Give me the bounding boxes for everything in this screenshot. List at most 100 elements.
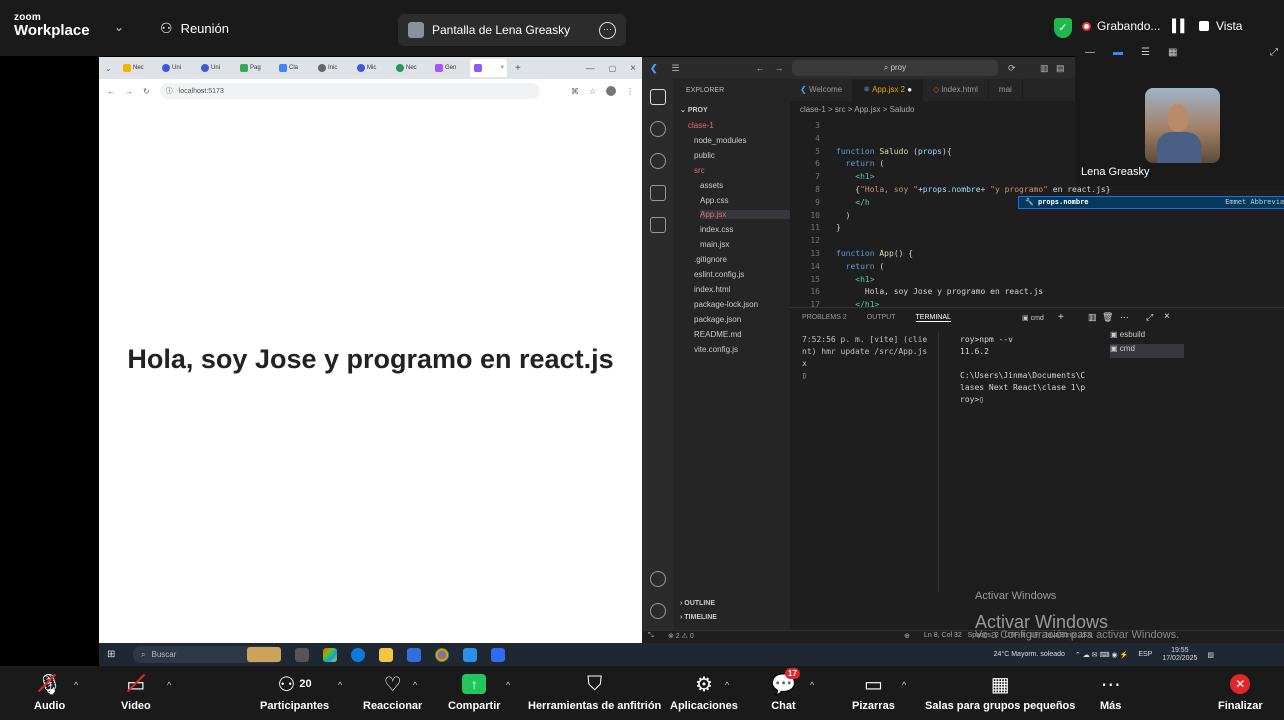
minimize-icon[interactable]: — [1085, 47, 1095, 58]
copilot-icon[interactable]: ⟳ [1008, 63, 1016, 74]
file-tree-item[interactable]: index.html [694, 285, 730, 294]
weather-text[interactable]: 24°C Mayorm. soleado [994, 651, 1065, 658]
chevron-down-icon[interactable]: ⌄ [114, 20, 124, 34]
browser-tab[interactable]: Nec [119, 59, 156, 77]
browser-tab[interactable]: Uni [158, 59, 195, 77]
new-terminal-icon[interactable]: + [1058, 312, 1064, 323]
file-tree-item[interactable]: main.jsx [700, 240, 729, 249]
file-tree-item[interactable]: README.md [694, 330, 742, 339]
screen-share-pill[interactable]: Pantalla de Lena Greasky ··· [398, 14, 626, 46]
whiteboards-button[interactable]: ▭ Pizarras [852, 668, 895, 713]
reload-icon[interactable]: ↻ [143, 87, 150, 96]
settings-gear-icon[interactable] [650, 603, 666, 619]
file-tree-item[interactable]: .gitignore [694, 255, 727, 264]
participants-button[interactable]: ⚇ 20 Participantes [260, 668, 329, 713]
account-icon[interactable] [650, 571, 666, 587]
unsaved-dot-icon[interactable]: ● [905, 85, 912, 94]
browser-tab-active[interactable]: × [470, 59, 507, 77]
close-panel-icon[interactable]: × [1164, 311, 1170, 322]
autocomplete-suggestion[interactable]: 🔧 props.nombre Emmet Abbreviation [1018, 196, 1284, 209]
split-terminal-icon[interactable]: ▥ [1088, 312, 1097, 323]
remote-icon[interactable]: ⤡ [648, 632, 654, 640]
maximize-icon[interactable]: ▢ [609, 64, 617, 73]
source-control-icon[interactable] [650, 153, 666, 169]
minimize-icon[interactable]: — [586, 63, 595, 73]
outline-section[interactable]: › OUTLINE [680, 600, 715, 607]
zoom-icon[interactable]: ⊕ [904, 632, 910, 640]
share-button[interactable]: ↑ Compartir [448, 668, 501, 712]
file-tree-item[interactable]: node_modules [694, 136, 746, 145]
file-tree-item[interactable]: src [694, 166, 705, 175]
browser-tab[interactable]: Nec [392, 59, 429, 77]
browser-tab[interactable]: Uni [197, 59, 234, 77]
file-tree-item[interactable]: package-lock.json [694, 300, 758, 309]
layout-panel-icon[interactable]: ▤ [1056, 63, 1065, 74]
kill-terminal-icon[interactable]: 🗑 [1102, 312, 1113, 323]
problems-count[interactable]: ⊗ 2 ⚠ 0 [668, 632, 694, 640]
clock[interactable]: 19:55 17/02/2025 [1162, 647, 1197, 663]
pause-recording-icon[interactable]: ▍▍ [1172, 19, 1189, 33]
audio-button[interactable]: 🎙 Audio [34, 668, 65, 713]
browser-tab[interactable]: Gen [431, 59, 468, 77]
search-icon[interactable] [650, 121, 666, 137]
new-tab-icon[interactable]: + [515, 63, 521, 74]
tab-problems[interactable]: PROBLEMS 2 [802, 314, 847, 322]
terminal-list-item-active[interactable]: ▣ cmd [1110, 344, 1184, 358]
forward-icon[interactable]: → [125, 87, 133, 96]
file-tree-item[interactable]: vite.config.js [694, 345, 738, 354]
more-options-icon[interactable]: ··· [599, 21, 616, 39]
tab-index-html[interactable]: ◇ index.html [923, 79, 989, 101]
browser-menu-icon[interactable]: ⋮ [626, 87, 634, 96]
chrome-icon[interactable] [435, 647, 449, 662]
tab-terminal[interactable]: TERMINAL [915, 314, 951, 322]
language-indicator[interactable]: ESP [1138, 651, 1152, 658]
tab-output[interactable]: OUTPUT [867, 314, 896, 322]
timeline-section[interactable]: › TIMELINE [680, 614, 717, 621]
task-view-icon[interactable] [295, 647, 309, 662]
profile-avatar-icon[interactable] [606, 86, 616, 96]
terminal-list-item[interactable]: ▣ esbuild [1110, 330, 1184, 344]
more-actions-icon[interactable]: ··· [1120, 312, 1129, 322]
file-explorer-icon[interactable] [379, 647, 393, 662]
back-icon[interactable]: ← [107, 87, 115, 96]
browser-tab[interactable]: Inic [314, 59, 351, 77]
terminal-split-divider[interactable] [938, 332, 939, 592]
audio-options-caret-icon[interactable]: ^ [74, 680, 78, 690]
host-tools-button[interactable]: ⛉ Herramientas de anfitrión [528, 668, 661, 713]
file-tree-item[interactable]: eslint.config.js [694, 270, 744, 279]
tab-main[interactable]: mai [989, 79, 1023, 101]
end-meeting-button[interactable]: ✕ Finalizar [1218, 668, 1263, 712]
react-caret-icon[interactable]: ^ [413, 680, 417, 690]
browser-tab[interactable]: Mic [353, 59, 390, 77]
browser-tab[interactable]: Pag [236, 59, 273, 77]
grid-view-icon[interactable]: ▦ [1168, 47, 1177, 58]
close-tab-icon[interactable]: × [500, 65, 507, 71]
project-root[interactable]: ⌄ PROY [680, 106, 708, 114]
participants-caret-icon[interactable]: ^ [338, 680, 342, 690]
chat-button[interactable]: 💬 17 Chat [771, 668, 800, 712]
more-button[interactable]: ⋯ Más [1100, 668, 1121, 713]
taskbar-search[interactable]: ⌕ Buscar [133, 646, 281, 663]
apps-button[interactable]: ⚙ Aplicaciones [670, 668, 738, 713]
close-window-icon[interactable]: × [630, 63, 636, 74]
extensions-icon[interactable] [650, 217, 666, 233]
apps-caret-icon[interactable]: ^ [725, 680, 729, 690]
react-button[interactable]: ♡ Reaccionar [363, 668, 422, 713]
file-tree-item[interactable]: package.json [694, 315, 741, 324]
terminal-shell-selector[interactable]: ▣ cmd [1022, 314, 1044, 322]
whiteboards-caret-icon[interactable]: ^ [902, 680, 906, 690]
run-debug-icon[interactable] [650, 185, 666, 201]
file-tree-item[interactable]: public [694, 151, 715, 160]
browser-tab[interactable]: Cla [275, 59, 312, 77]
maximize-panel-icon[interactable]: ⤢ [1146, 312, 1153, 323]
edge-icon[interactable] [351, 647, 365, 662]
bookmark-star-icon[interactable]: ☆ [589, 87, 596, 96]
zoom-taskbar-icon[interactable] [491, 647, 505, 662]
video-button[interactable]: ▭ Video [121, 668, 151, 713]
view-button[interactable]: Vista [1216, 19, 1242, 33]
share-caret-icon[interactable]: ^ [506, 680, 510, 690]
security-shield-icon[interactable]: ✓ [1054, 18, 1072, 38]
command-search-input[interactable]: ⌕ proy [792, 60, 998, 76]
participant-video[interactable] [1145, 88, 1220, 163]
translate-icon[interactable]: ⌘ [571, 87, 579, 96]
